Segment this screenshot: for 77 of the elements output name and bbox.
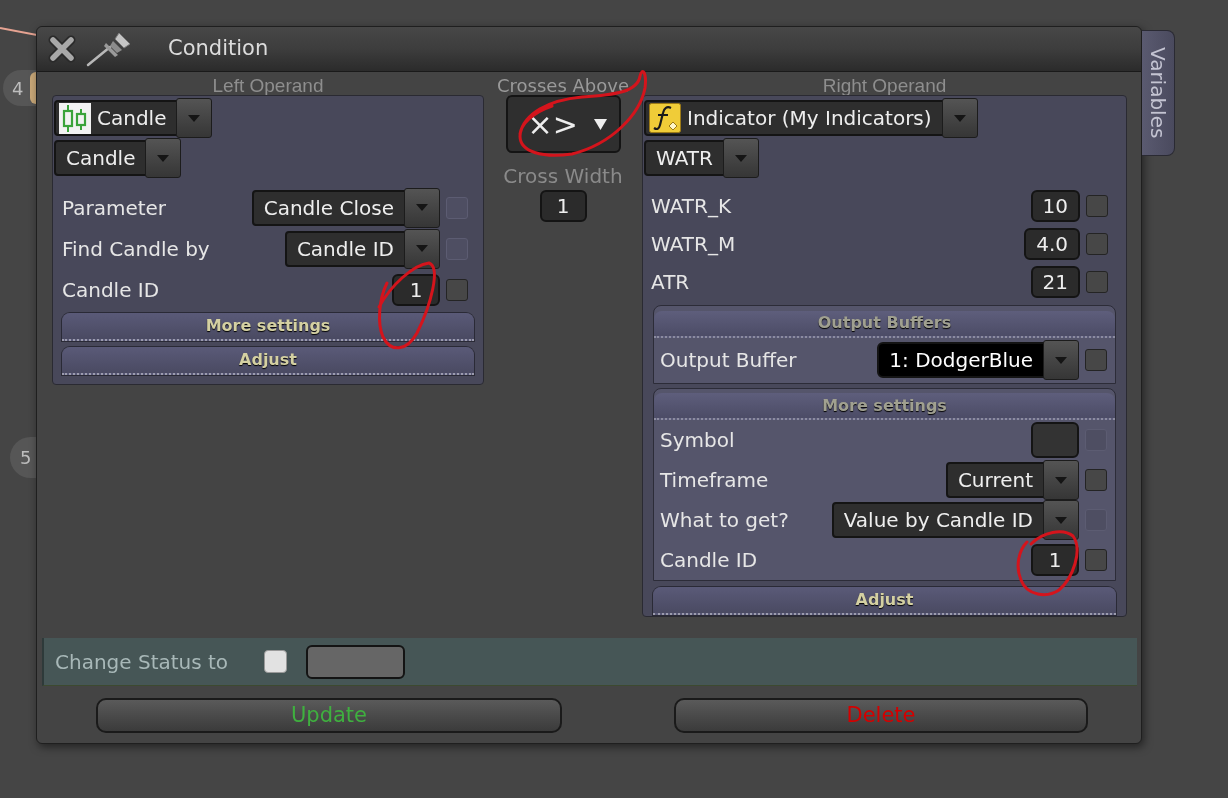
checkbox[interactable]	[1085, 549, 1107, 571]
caret-icon	[1055, 476, 1067, 484]
pushpin-icon	[86, 31, 132, 67]
checkbox[interactable]	[264, 650, 288, 673]
function-icon	[649, 103, 681, 133]
section-heading: Left Operand	[211, 76, 325, 95]
dropdown-button[interactable]	[1043, 460, 1079, 500]
dropdown-button[interactable]	[404, 187, 440, 228]
checkbox[interactable]	[1085, 469, 1107, 491]
status-field[interactable]	[306, 644, 406, 679]
field-label: Candle ID	[62, 276, 161, 304]
checkbox[interactable]	[1085, 349, 1107, 371]
input-field[interactable]: 21	[1030, 266, 1080, 298]
dropdown-button[interactable]	[941, 98, 978, 138]
variables-tab[interactable]: Variables	[1142, 30, 1175, 156]
node-number: 5	[20, 446, 32, 470]
dropdown-button[interactable]	[1043, 500, 1079, 540]
operator-heading: Crosses Above	[497, 76, 629, 95]
field-label: What to get?	[660, 507, 790, 534]
caret-icon	[416, 204, 428, 211]
field-label: WATR_K	[651, 193, 733, 220]
input-field[interactable]: 4.0	[1024, 228, 1080, 260]
checkbox[interactable]	[446, 278, 468, 301]
dropdown-button[interactable]	[145, 138, 182, 178]
section-header[interactable]: More settings	[62, 313, 474, 341]
field-label: Output Buffer	[660, 347, 798, 374]
field-label: Find Candle by	[62, 235, 211, 263]
section-header[interactable]: Adjust	[653, 587, 1116, 615]
select-field[interactable]: Candle	[54, 140, 148, 176]
field-label: Cross Width	[503, 164, 623, 188]
select-field[interactable]: Current	[945, 462, 1045, 498]
select-field[interactable]: Candle ID	[284, 230, 406, 267]
field-label: Parameter	[62, 194, 168, 222]
pin-button[interactable]	[86, 31, 132, 67]
caret-icon	[734, 154, 747, 162]
input-field[interactable]	[1031, 422, 1079, 458]
select-field[interactable]: WATR	[644, 140, 725, 176]
checkbox[interactable]	[1086, 271, 1108, 293]
select-field[interactable]: Indicator (My Indicators)	[644, 100, 944, 136]
caret-icon	[188, 114, 201, 122]
node-number: 4	[12, 76, 24, 101]
section-header[interactable]: Adjust	[62, 347, 474, 375]
caret-icon	[953, 114, 966, 122]
dropdown-button[interactable]	[1043, 340, 1079, 380]
checkbox[interactable]	[1086, 195, 1108, 217]
select-field[interactable]: Value by Candle ID	[831, 502, 1045, 538]
field-label: Timeframe	[660, 467, 770, 494]
caret-icon	[416, 245, 428, 252]
caret-icon	[593, 118, 607, 130]
dropdown-button[interactable]	[176, 98, 213, 138]
field-label: Symbol	[660, 427, 736, 454]
caret-icon	[1055, 516, 1067, 524]
close-icon	[48, 35, 76, 63]
port-icon	[30, 72, 36, 104]
input-field[interactable]: 1	[539, 190, 587, 222]
field-label: WATR_M	[651, 231, 737, 258]
connector-line	[0, 27, 37, 36]
status-label: Change Status to	[55, 648, 229, 676]
close-button[interactable]	[48, 35, 76, 63]
checkbox[interactable]	[1086, 233, 1108, 255]
section-heading: Right Operand	[821, 76, 948, 95]
canvas-node[interactable]: 5	[10, 437, 36, 478]
caret-icon	[157, 154, 170, 162]
select-field[interactable]: Candle	[54, 100, 179, 136]
select-field[interactable]: Candle Close	[251, 189, 406, 226]
input-field[interactable]: 1	[1031, 544, 1079, 576]
field-label: Candle ID	[660, 547, 759, 574]
window-title: Condition	[168, 35, 269, 63]
field-label: ATR	[651, 269, 691, 296]
canvas-node[interactable]: 4	[3, 70, 36, 106]
dropdown-button[interactable]	[722, 138, 759, 178]
caret-icon	[1055, 356, 1067, 364]
select-field[interactable]: 1: DodgerBlue	[877, 342, 1045, 378]
dropdown-button[interactable]	[404, 228, 440, 269]
candlestick-icon	[59, 102, 91, 134]
operator-dropdown[interactable]: ×>	[505, 95, 621, 153]
input-field[interactable]: 10	[1030, 190, 1080, 222]
